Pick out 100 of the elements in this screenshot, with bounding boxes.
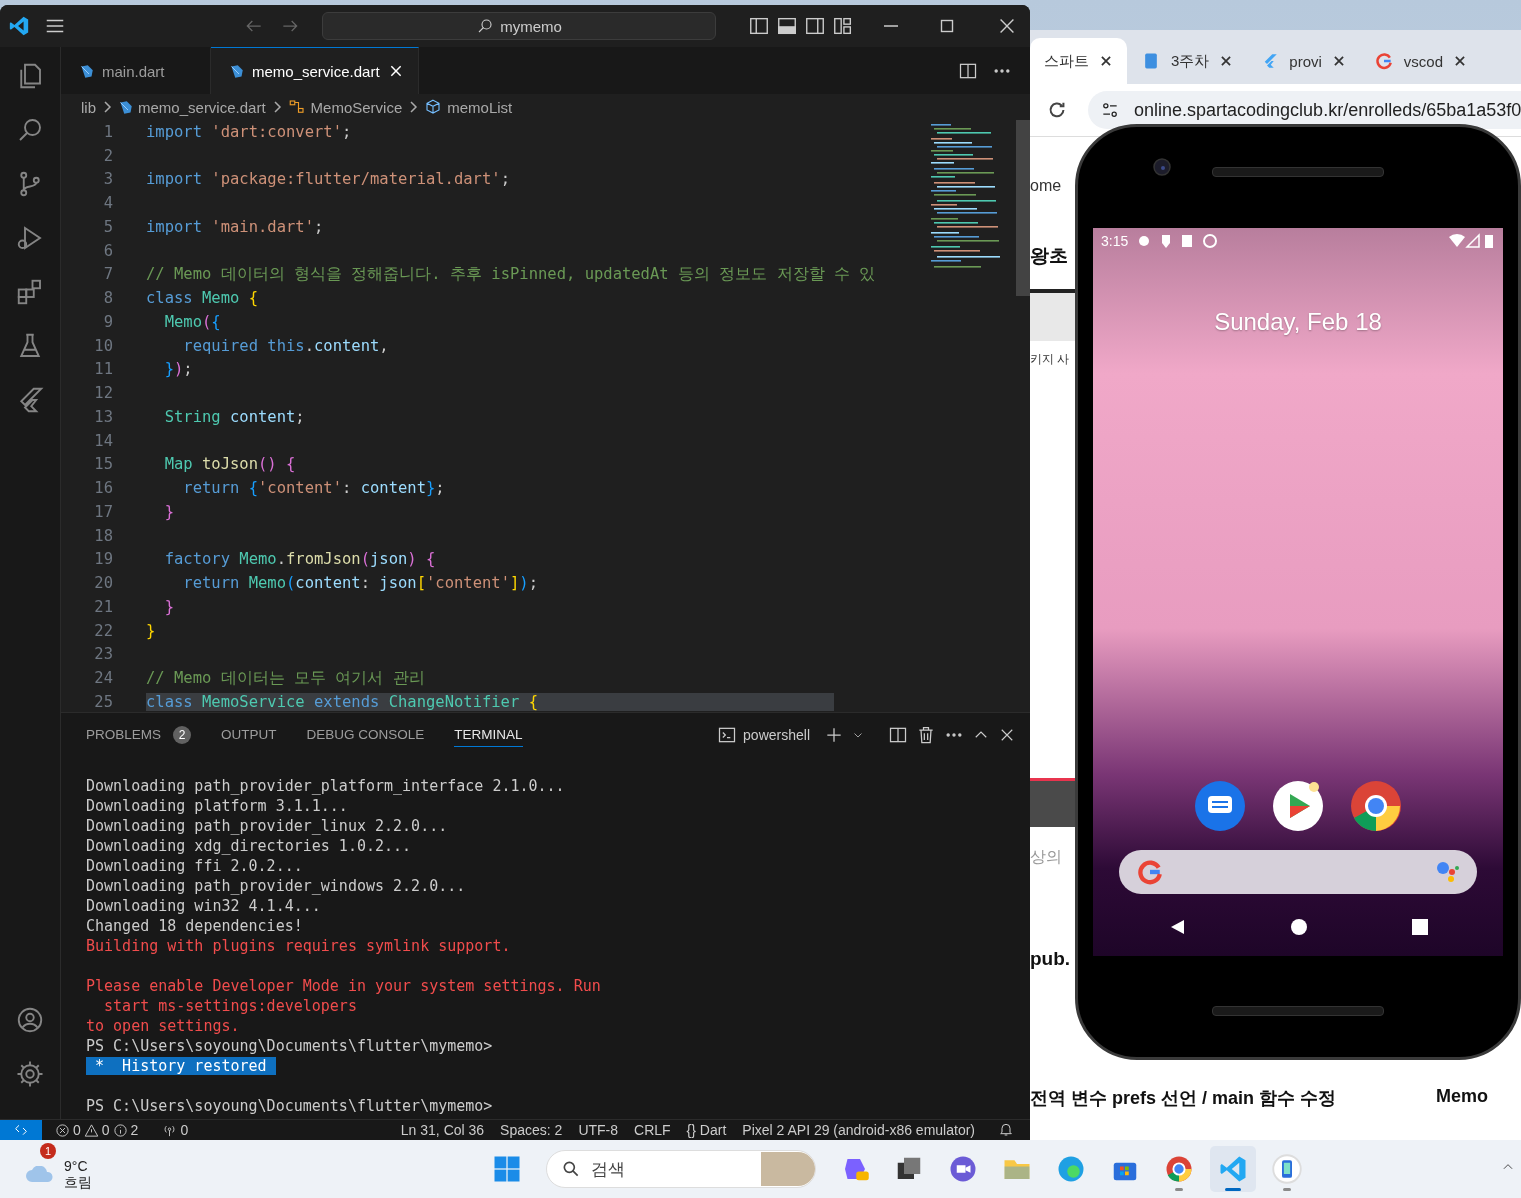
ports-status[interactable]: 0 bbox=[157, 1122, 194, 1138]
line-number: 4 bbox=[102, 194, 113, 213]
google-g-icon bbox=[1137, 859, 1163, 885]
terminal-error-line: Building with plugins requires symlink support. bbox=[86, 936, 512, 956]
search-icon bbox=[561, 1159, 581, 1179]
terminal-line: Downloading platform 3.1.1... bbox=[86, 796, 349, 816]
line-number: 1 bbox=[102, 122, 113, 141]
browser-tab[interactable]: 3주차 bbox=[1127, 38, 1248, 84]
notification-badge: 1 bbox=[40, 1143, 56, 1159]
command-search-field[interactable]: mymemo bbox=[322, 12, 716, 40]
browser-tab[interactable]: vscod bbox=[1359, 38, 1482, 84]
close-icon bbox=[1453, 54, 1468, 68]
code-line: } bbox=[146, 621, 156, 640]
sidebar-layout-icon[interactable] bbox=[748, 15, 770, 37]
line-number: 24 bbox=[93, 669, 113, 688]
terminal-error-line: to open settings. bbox=[86, 1016, 241, 1036]
line-number: 5 bbox=[102, 217, 113, 236]
address-bar[interactable]: online.spartacodingclub.kr/enrolleds/65ba1a53f0 bbox=[1088, 91, 1521, 129]
line-number: 25 bbox=[93, 692, 113, 711]
status-item[interactable]: Pixel 2 API 29 (android-x86 emulator) bbox=[737, 1122, 980, 1138]
status-item[interactable]: {} Dart bbox=[681, 1122, 732, 1138]
vscode-app-icon bbox=[1218, 1154, 1248, 1184]
temperature: 9°C bbox=[64, 1158, 89, 1174]
close-icon bbox=[1331, 54, 1346, 68]
count-badge: 2 bbox=[173, 725, 192, 744]
browser-tab[interactable]: 스파트 bbox=[1030, 38, 1127, 84]
terminal-line: Downloading path_provider_platform_interface 2.1.0... bbox=[86, 776, 566, 796]
lesson-title: 전역 변수 prefs 선언 / main 함수 수정 bbox=[1030, 1087, 1337, 1110]
class-icon bbox=[287, 98, 306, 116]
messages-app-icon[interactable] bbox=[1194, 780, 1246, 832]
panel-tab[interactable]: PROBLEMS 2 bbox=[86, 721, 192, 749]
code-line: import 'main.dart'; bbox=[146, 217, 324, 236]
terminal-icon bbox=[717, 725, 738, 745]
secondary-sidebar-icon[interactable] bbox=[804, 15, 826, 37]
browser-tab[interactable]: provi bbox=[1247, 38, 1360, 84]
code-line: Map toJson() { bbox=[163, 455, 296, 474]
code-line: } bbox=[163, 597, 174, 616]
google-g-icon bbox=[1373, 51, 1394, 71]
history-restored-badge: * History restored bbox=[86, 1057, 276, 1075]
line-number: 9 bbox=[102, 312, 113, 331]
taskbar-search-field[interactable]: 검색 bbox=[546, 1150, 816, 1188]
lock-screen-date: Sunday, Feb 18 bbox=[1214, 308, 1382, 336]
breadcrumb-item[interactable]: memo_service.dart bbox=[138, 98, 266, 116]
google-search-bar[interactable] bbox=[1119, 850, 1477, 894]
breadcrumb-item[interactable]: lib bbox=[81, 98, 96, 116]
status-item[interactable]: Ln 31, Col 36 bbox=[395, 1122, 490, 1138]
settings-icon[interactable] bbox=[15, 1059, 45, 1089]
editor-tab[interactable]: memo_service.dart bbox=[211, 47, 419, 94]
chevron-right-icon bbox=[271, 100, 282, 114]
line-number: 8 bbox=[102, 289, 113, 308]
terminal-error-line: start ms-settings:developers bbox=[103, 996, 358, 1016]
panel-layout-icon[interactable] bbox=[776, 15, 798, 37]
terminal-line: Downloading path_provider_windows 2.2.0... bbox=[86, 876, 467, 896]
video-chat-icon bbox=[948, 1154, 978, 1184]
page-text: 키지 사 bbox=[1030, 351, 1071, 368]
status-item[interactable]: Spaces: 2 bbox=[495, 1122, 568, 1138]
terminal-line: PS C:\Users\soyoung\Documents\flutter\mymemo> bbox=[86, 1036, 494, 1056]
terminal-shell-button[interactable]: powershell bbox=[711, 724, 816, 746]
line-number: 23 bbox=[93, 645, 113, 664]
line-number: 18 bbox=[93, 526, 113, 545]
line-number: 7 bbox=[102, 265, 113, 284]
line-number: 17 bbox=[93, 502, 113, 521]
scrollbar-thumb[interactable] bbox=[1016, 120, 1030, 296]
close-icon bbox=[1219, 54, 1234, 68]
code-line: import 'package:flutter/material.dart'; bbox=[146, 170, 510, 189]
status-item[interactable]: CRLF bbox=[629, 1122, 676, 1138]
terminal-error-line: Please enable Developer Mode in your system settings. Run bbox=[86, 976, 602, 996]
terminal-line: Downloading xdg_directories 1.0.2... bbox=[86, 836, 413, 856]
trash-icon[interactable] bbox=[916, 725, 936, 745]
code-line: String content; bbox=[163, 407, 305, 426]
status-item[interactable]: UTF-8 bbox=[573, 1122, 624, 1138]
minimize-icon bbox=[884, 25, 898, 27]
page-text: 왕초 bbox=[1030, 244, 1069, 268]
phone-link-icon bbox=[1272, 1154, 1302, 1184]
line-number: 22 bbox=[93, 621, 113, 640]
line-number: 12 bbox=[93, 384, 113, 403]
chrome-app-icon[interactable] bbox=[1350, 780, 1402, 832]
assistant-icon bbox=[1435, 860, 1459, 884]
panel-tab[interactable]: DEBUG CONSOLE bbox=[306, 723, 425, 747]
terminal-line: Changed 18 dependencies! bbox=[86, 916, 304, 936]
breadcrumb-item[interactable]: MemoService bbox=[310, 98, 403, 116]
panel-tab[interactable]: OUTPUT bbox=[221, 723, 277, 747]
line-number: 2 bbox=[102, 146, 113, 165]
vscode-logo-icon bbox=[8, 15, 30, 37]
panel-tab[interactable]: TERMINAL bbox=[454, 723, 523, 747]
windows-logo-icon bbox=[492, 1154, 522, 1184]
plus-icon[interactable] bbox=[824, 725, 844, 745]
code-line: required this.content, bbox=[182, 336, 389, 355]
line-number: 19 bbox=[93, 550, 113, 569]
breadcrumb-item[interactable]: memoList bbox=[447, 98, 513, 116]
code-line: // Memo 데이터는 모두 여기서 관리 bbox=[146, 667, 425, 689]
customize-layout-icon[interactable] bbox=[832, 15, 854, 37]
dart-icon bbox=[79, 63, 94, 79]
code-line: Memo({ bbox=[163, 312, 221, 331]
account-icon[interactable] bbox=[15, 1005, 45, 1035]
terminal-line: Downloading win32 4.1.4... bbox=[86, 896, 322, 916]
line-number: 6 bbox=[102, 241, 113, 260]
problems-status[interactable]: 0 0 2 bbox=[50, 1122, 144, 1138]
play-store-app-icon[interactable] bbox=[1272, 780, 1324, 832]
split-terminal-icon[interactable] bbox=[888, 725, 908, 745]
